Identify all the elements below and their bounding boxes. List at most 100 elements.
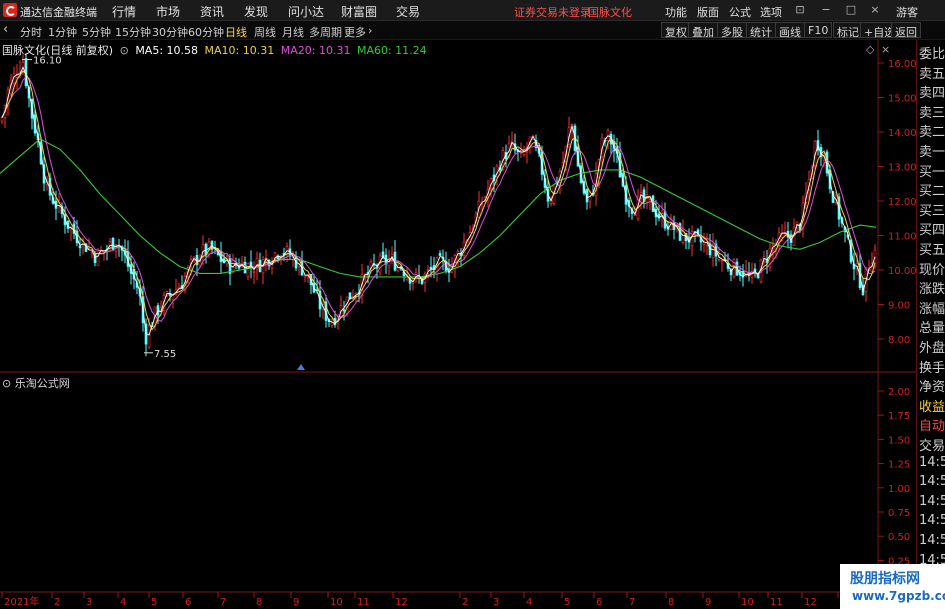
f10-button[interactable]: F10 [804, 22, 833, 38]
more-chevron-icon[interactable]: › [368, 24, 372, 37]
menu-item-quotes[interactable]: 行情 [112, 3, 136, 20]
legend-ma10: MA10: 10.31 [204, 44, 275, 57]
menu-options[interactable]: 选项 [760, 4, 782, 20]
maximize-icon[interactable]: □ [845, 4, 857, 16]
kline-chart[interactable]: 16.00 15.00 14.00 13.00 12.00 11.00 10.00 9.00 8… [0, 40, 916, 609]
watermark-logo-text: 股朋指标网 [850, 571, 920, 587]
price-tick-label: 16.00 [888, 59, 916, 70]
restore-icon[interactable]: ⊡ [794, 4, 806, 16]
legend-toggle-icon[interactable]: ⊙ [120, 44, 129, 57]
sidebar-item: 卖三 [919, 105, 945, 121]
sidebar-item: 买一 [919, 164, 945, 180]
back-button[interactable]: 返回 [891, 22, 921, 39]
period-tab-15min[interactable]: 15分钟 [115, 24, 151, 40]
date-axis: 2021年23456789101112234567891011122 [1, 592, 846, 608]
adjust-button[interactable]: 复权 [661, 22, 691, 39]
indicator-toggle-icon[interactable]: ⊙ [2, 377, 11, 390]
sidebar-item: 买三 [919, 203, 945, 219]
sidebar-item: 净资 [919, 380, 945, 396]
date-tick-label: 9 [293, 597, 299, 608]
date-tick-label: 2021年 [4, 595, 39, 608]
menu-item-news[interactable]: 资讯 [200, 3, 224, 20]
date-tick-label: 6 [596, 597, 602, 608]
date-tick-label: 5 [564, 597, 570, 608]
guest-label[interactable]: 游客 [896, 4, 918, 20]
date-tick-label: 9 [705, 597, 711, 608]
sidebar-item: 买五 [919, 243, 945, 258]
collapse-arrow-icon[interactable]: ‹ [3, 22, 8, 37]
panel-close-icon[interactable]: × [881, 43, 890, 56]
sidebar-item: 14:56 [919, 474, 945, 490]
sidebar-item: 现价 [919, 262, 945, 278]
menu-item-market[interactable]: 市场 [156, 3, 180, 20]
period-tab-weekly[interactable]: 周线 [254, 24, 276, 40]
price-marks: 16.107.55 [22, 56, 305, 370]
period-tab-30min[interactable]: 30分钟 [152, 24, 188, 40]
sidebar-item: 换手 [919, 360, 945, 376]
menu-formula[interactable]: 公式 [729, 4, 751, 20]
close-icon[interactable]: × [869, 4, 881, 16]
legend-ma20: MA20: 10.31 [280, 44, 351, 57]
chart-legend: 国脉文化(日线 前复权) ⊙ MA5: 10.58 MA10: 10.31 MA… [2, 42, 430, 58]
draw-line-button[interactable]: 画线 [775, 22, 805, 39]
indicator-tick-label: 1.75 [888, 411, 910, 422]
period-tab-5min[interactable]: 5分钟 [82, 24, 111, 40]
sidebar-item: 自动 [919, 419, 945, 435]
period-tab-daily[interactable]: 日线 [225, 24, 247, 40]
sidebar-item: 总量 [919, 321, 945, 337]
candle-body [78, 245, 82, 249]
panel-diamond-icon[interactable]: ◇ [866, 43, 874, 56]
period-tab-1min[interactable]: 1分钟 [48, 24, 77, 40]
stock-name-link[interactable]: 国脉文化 [588, 4, 632, 20]
menu-item-discover[interactable]: 发现 [244, 3, 268, 20]
candle-body [147, 325, 151, 348]
legend-ma60: MA60: 11.24 [356, 44, 427, 57]
period-tab-intraday[interactable]: 分时 [20, 24, 42, 40]
period-tab-monthly[interactable]: 月线 [282, 24, 304, 40]
indicator-tick-label: 0.50 [888, 532, 910, 543]
price-tick-label: 9.00 [888, 301, 910, 312]
stats-button[interactable]: 统计 [746, 22, 776, 39]
sidebar-item: 14:56 [919, 533, 945, 548]
menu-function[interactable]: 功能 [665, 4, 687, 20]
indicator-tick-label: 1.25 [888, 460, 910, 471]
period-tab-multi[interactable]: 多周期 [309, 24, 342, 40]
indicator-title: 乐淘公式网 [14, 377, 70, 390]
sidebar-item: 卖一 [919, 145, 945, 160]
candle-body [342, 309, 346, 312]
date-tick-label: 2 [54, 597, 60, 608]
ma5-line [1, 66, 876, 336]
sidebar-item: 14:56 [919, 493, 945, 509]
indicator-axis: 2.001.751.501.251.000.750.500.25 [878, 387, 910, 567]
minimize-icon[interactable]: − [820, 4, 832, 16]
chart-grid [0, 40, 916, 593]
trade-login-warning[interactable]: 证券交易未登录 [514, 4, 591, 20]
price-tick-label: 10.00 [888, 266, 916, 277]
date-tick-label: 7 [220, 597, 226, 608]
price-tick-label: 15.00 [888, 94, 916, 105]
low-price-label: 7.55 [154, 349, 176, 360]
sidebar-item: 委比 [919, 47, 945, 62]
menu-item-ask[interactable]: 问小达 [288, 3, 324, 20]
mark-button[interactable]: 标记 [833, 22, 863, 39]
sidebar-item: 14:56 [919, 454, 945, 470]
price-axis: 16.00 15.00 14.00 13.00 12.00 11.00 10.00 9.00 8… [878, 59, 916, 346]
site-watermark: 股朋指标网 www.7gpzb.com [840, 564, 945, 609]
date-tick-label: 6 [185, 597, 191, 608]
date-tick-label: 11 [357, 597, 370, 608]
watermark-url: www.7gpzb.com [852, 589, 945, 603]
price-tick-label: 12.00 [888, 197, 916, 208]
menu-layout[interactable]: 版面 [697, 4, 719, 20]
menu-item-trade[interactable]: 交易 [396, 3, 420, 20]
date-tick-label: 12 [804, 597, 817, 608]
sidebar-item: 涨幅 [919, 301, 945, 317]
multi-stock-button[interactable]: 多股 [717, 22, 747, 39]
event-arrow-icon [297, 364, 305, 370]
sidebar-item: 买四 [919, 223, 945, 239]
indicator-tick-label: 2.00 [888, 387, 910, 398]
period-tab-more[interactable]: 更多 [344, 24, 366, 40]
overlay-button[interactable]: 叠加 [688, 22, 718, 39]
sidebar-item: 买二 [919, 184, 945, 200]
menu-item-wealth[interactable]: 财富圈 [341, 3, 377, 20]
period-tab-60min[interactable]: 60分钟 [188, 24, 224, 40]
